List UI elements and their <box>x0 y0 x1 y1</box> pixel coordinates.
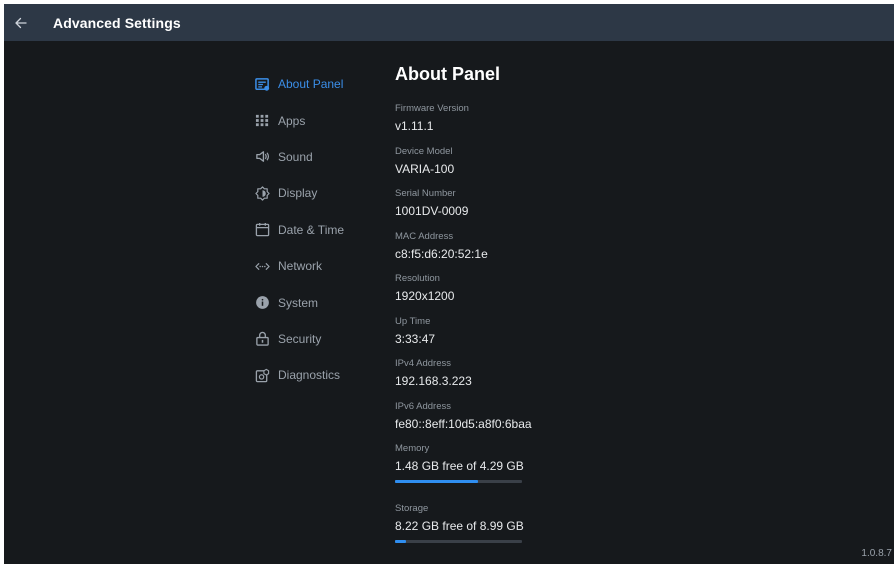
back-button[interactable] <box>4 4 38 41</box>
arrow-left-icon <box>15 17 27 28</box>
field-value: 1.48 GB free of 4.29 GB <box>395 459 524 473</box>
sidebar-item-label: Security <box>278 331 322 346</box>
app-version: 1.0.8.7 <box>861 548 892 559</box>
sidebar-item-date-time[interactable]: Date & Time <box>254 212 374 248</box>
brightness-icon <box>254 185 270 201</box>
info-field-serial-number: Serial Number 1001DV-0009 <box>395 188 695 230</box>
sidebar-item-label: System <box>278 295 319 310</box>
calendar-icon <box>254 222 270 238</box>
sidebar-item-label: Network <box>278 259 323 274</box>
field-value: v1.11.1 <box>395 119 434 133</box>
app-window: Advanced Settings About Panel Apps Sound… <box>4 4 894 564</box>
info-field-resolution: Resolution 1920x1200 <box>395 273 695 315</box>
field-label: Device Model <box>395 145 453 157</box>
info-field-device-model: Device Model VARIA-100 <box>395 146 695 188</box>
about-panel-content: About Panel Firmware Version v1.11.1 Dev… <box>395 60 695 562</box>
sidebar-item-sound[interactable]: Sound <box>254 139 374 175</box>
sidebar-item-about-panel[interactable]: About Panel <box>254 66 374 102</box>
lock-icon <box>254 331 270 347</box>
info-field-ipv4-address: IPv4 Address 192.168.3.223 <box>395 358 695 400</box>
sidebar-item-network[interactable]: Network <box>254 248 374 284</box>
storage-usage-bar-fill <box>395 540 406 543</box>
settings-sidebar: About Panel Apps Sound Display Date & Ti… <box>254 66 374 394</box>
apps-grid-icon <box>254 113 270 129</box>
diagnostics-icon <box>254 367 270 383</box>
storage-usage-bar <box>395 540 522 543</box>
sidebar-item-label: Date & Time <box>278 222 345 237</box>
field-label: Storage <box>395 503 429 514</box>
field-label: Up Time <box>395 315 431 327</box>
info-field-up-time: Up Time 3:33:47 <box>395 316 695 358</box>
page-header-title: Advanced Settings <box>53 14 181 31</box>
sidebar-item-display[interactable]: Display <box>254 175 374 211</box>
sidebar-item-system[interactable]: System <box>254 284 374 320</box>
field-value: fe80::8eff:10d5:a8f0:6baa <box>395 416 532 431</box>
sidebar-item-apps[interactable]: Apps <box>254 102 374 138</box>
info-field-ipv6-address: IPv6 Address fe80::8eff:10d5:a8f0:6baa <box>395 401 695 443</box>
field-label: MAC Address <box>395 230 454 242</box>
field-value: 1001DV-0009 <box>395 204 469 218</box>
info-field-mac-address: MAC Address c8:f5:d6:20:52:1e <box>395 231 695 273</box>
about-panel-icon <box>254 76 270 92</box>
field-value: 8.22 GB free of 8.99 GB <box>395 519 524 533</box>
field-value: 1920x1200 <box>395 289 455 303</box>
info-field-storage: Storage 8.22 GB free of 8.99 GB <box>395 503 695 562</box>
field-label: Firmware Version <box>395 103 469 114</box>
field-value: 3:33:47 <box>395 331 436 346</box>
page-title: About Panel <box>395 64 501 84</box>
sidebar-item-security[interactable]: Security <box>254 321 374 357</box>
sidebar-item-label: Display <box>278 186 318 201</box>
sidebar-item-label: Sound <box>278 149 313 164</box>
field-label: Memory <box>395 443 430 454</box>
field-label: Resolution <box>395 273 440 284</box>
sidebar-item-diagnostics[interactable]: Diagnostics <box>254 357 374 393</box>
memory-usage-bar-fill <box>395 480 479 483</box>
memory-usage-bar <box>395 480 522 483</box>
info-icon <box>254 295 270 311</box>
field-value: c8:f5:d6:20:52:1e <box>395 246 488 261</box>
sidebar-item-label: About Panel <box>278 77 344 92</box>
info-field-firmware-version: Firmware Version v1.11.1 <box>395 103 695 145</box>
sidebar-item-label: Apps <box>278 113 306 128</box>
top-bar: Advanced Settings <box>4 4 894 41</box>
network-arrows-icon <box>254 258 270 274</box>
sidebar-item-label: Diagnostics <box>278 368 341 383</box>
speaker-icon <box>254 149 270 165</box>
field-label: Serial Number <box>395 188 456 199</box>
field-label: IPv6 Address <box>395 400 451 412</box>
field-label: IPv4 Address <box>395 358 451 369</box>
field-value: VARIA-100 <box>395 161 455 176</box>
field-value: 192.168.3.223 <box>395 374 472 388</box>
info-field-memory: Memory 1.48 GB free of 4.29 GB <box>395 443 695 502</box>
